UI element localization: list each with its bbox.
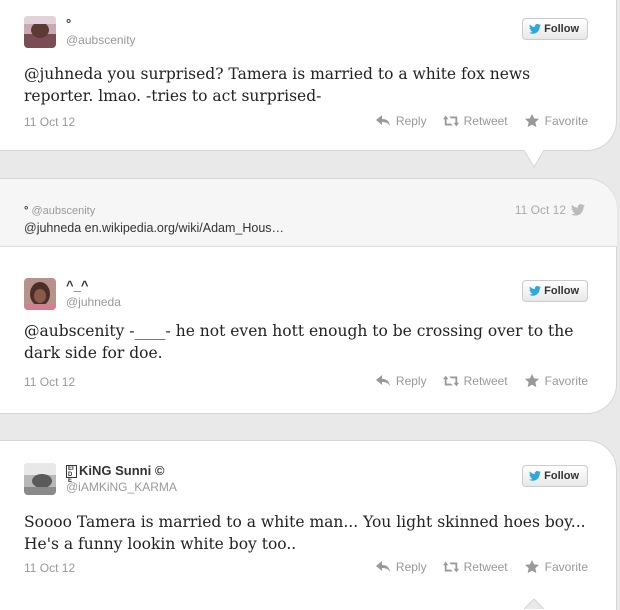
- star-icon: [524, 114, 539, 128]
- star-icon: [524, 374, 539, 388]
- twitter-bird-icon: [571, 204, 585, 216]
- retweet-action[interactable]: Retweet: [442, 114, 508, 128]
- reply-label: Reply: [395, 374, 427, 388]
- favorite-label: Favorite: [544, 560, 588, 574]
- username[interactable]: @iAMKiNG_KARMA: [66, 479, 177, 495]
- follow-label: Follow: [544, 470, 579, 482]
- reply-icon: [375, 115, 390, 126]
- tweet-text: Soooo Tamera is married to a white man..…: [24, 513, 586, 553]
- card-notch: [524, 598, 545, 610]
- tweet-date[interactable]: 11 Oct 12: [24, 115, 75, 129]
- display-name[interactable]: ^_^: [66, 278, 121, 294]
- tweet-date[interactable]: 11 Oct 12: [24, 375, 75, 389]
- reply-label: Reply: [395, 114, 427, 128]
- context-text: @juhneda en.wikipedia.org/wiki/Adam_Hous…: [24, 221, 285, 235]
- tweet-card-3: EI DE KiNG Sunni © @iAMKiNG_KARMA Follow…: [0, 440, 617, 610]
- retweet-icon: [442, 115, 459, 127]
- twitter-bird-icon: [529, 286, 542, 296]
- reply-action[interactable]: Reply: [375, 114, 427, 128]
- reply-action[interactable]: Reply: [375, 560, 427, 574]
- twitter-bird-icon: [529, 471, 542, 481]
- username[interactable]: @aubscenity: [66, 32, 136, 48]
- tweet-card-2: ° @aubscenity @juhneda en.wikipedia.org/…: [0, 178, 617, 414]
- tweet-text: @juhneda you surprised? Tamera is marrie…: [24, 65, 531, 105]
- reply-icon: [375, 375, 390, 386]
- follow-button[interactable]: Follow: [522, 280, 588, 302]
- reply-label: Reply: [395, 560, 427, 574]
- display-name[interactable]: °: [66, 16, 136, 32]
- display-name[interactable]: EI DE KiNG Sunni ©: [66, 463, 177, 484]
- retweet-icon: [442, 375, 459, 387]
- avatar[interactable]: [24, 463, 56, 495]
- favorite-action[interactable]: Favorite: [524, 114, 588, 128]
- retweet-icon: [442, 561, 459, 573]
- display-name-text: KiNG Sunni ©: [79, 463, 165, 478]
- reply-action[interactable]: Reply: [375, 374, 427, 388]
- in-reply-to-context[interactable]: ° @aubscenity @juhneda en.wikipedia.org/…: [0, 179, 617, 247]
- card-notch: [524, 149, 545, 168]
- avatar[interactable]: [24, 278, 56, 310]
- follow-label: Follow: [544, 23, 579, 35]
- favorite-label: Favorite: [544, 114, 588, 128]
- tweet-text: @aubscenity -____- he not even hott enou…: [24, 322, 574, 362]
- context-name: °: [24, 205, 29, 217]
- retweet-label: Retweet: [463, 560, 508, 574]
- follow-button[interactable]: Follow: [522, 18, 588, 40]
- retweet-action[interactable]: Retweet: [442, 374, 508, 388]
- avatar[interactable]: [24, 16, 56, 48]
- favorite-action[interactable]: Favorite: [524, 560, 588, 574]
- follow-label: Follow: [544, 285, 579, 297]
- reply-icon: [375, 561, 390, 572]
- retweet-action[interactable]: Retweet: [442, 560, 508, 574]
- badge: EI DE: [66, 464, 77, 484]
- star-icon: [524, 560, 539, 574]
- follow-button[interactable]: Follow: [522, 465, 588, 487]
- context-date: 11 Oct 12: [514, 203, 566, 217]
- tweet-card-1: ° @aubscenity Follow @juhneda you surpri…: [0, 0, 617, 151]
- favorite-action[interactable]: Favorite: [524, 374, 588, 388]
- tweet-date[interactable]: 11 Oct 12: [24, 561, 75, 575]
- favorite-label: Favorite: [544, 374, 588, 388]
- retweet-label: Retweet: [463, 114, 508, 128]
- username[interactable]: @juhneda: [66, 294, 121, 310]
- twitter-bird-icon: [529, 24, 542, 34]
- context-handle: @aubscenity: [31, 205, 96, 217]
- retweet-label: Retweet: [463, 374, 508, 388]
